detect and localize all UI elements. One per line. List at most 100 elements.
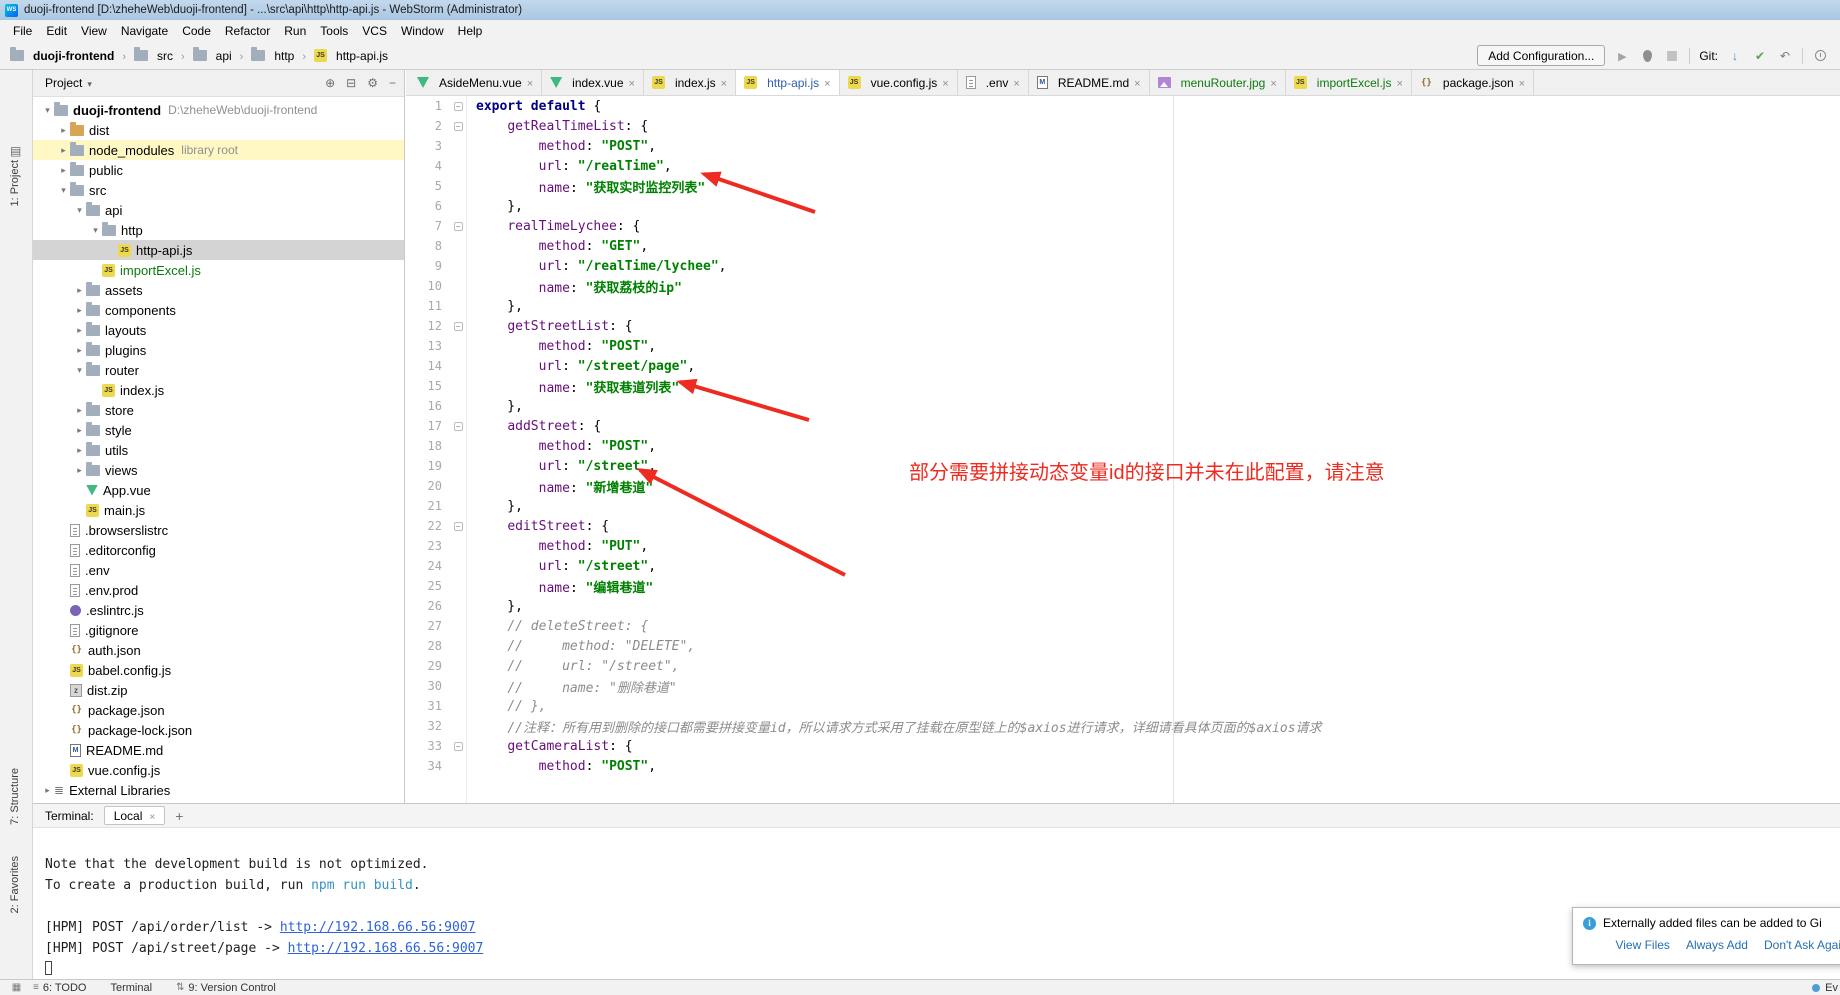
line-number[interactable]: 14 (406, 359, 450, 373)
menu-vcs[interactable]: VCS (355, 22, 394, 40)
tree-item-babel.config.js[interactable]: babel.config.js (33, 660, 404, 680)
fold-marker-icon[interactable] (454, 122, 463, 131)
tree-item-package.json[interactable]: package.json (33, 700, 404, 720)
tree-item-README.md[interactable]: README.md (33, 740, 404, 760)
line-number[interactable]: 2 (406, 119, 450, 133)
run-icon[interactable] (1614, 48, 1630, 64)
chevron-closed-icon[interactable] (73, 285, 86, 296)
line-number[interactable]: 18 (406, 439, 450, 453)
tree-item-components[interactable]: components (33, 300, 404, 320)
chevron-closed-icon[interactable] (73, 405, 86, 416)
chevron-closed-icon[interactable] (73, 325, 86, 336)
line-number[interactable]: 3 (406, 139, 450, 153)
chevron-closed-icon[interactable] (57, 165, 70, 176)
tree-item-App.vue[interactable]: App.vue (33, 480, 404, 500)
chevron-open-icon[interactable] (57, 185, 70, 196)
line-number[interactable]: 8 (406, 239, 450, 253)
tab-index.js[interactable]: index.js (644, 70, 736, 95)
hide-panel-icon[interactable]: − (389, 76, 396, 90)
tree-item-assets[interactable]: assets (33, 280, 404, 300)
line-number[interactable]: 11 (406, 299, 450, 313)
terminal-output[interactable]: Note that the development build is not o… (33, 828, 1840, 980)
notification-action-0[interactable]: View Files (1615, 938, 1669, 952)
tree-item-plugins[interactable]: plugins (33, 340, 404, 360)
chevron-open-icon[interactable] (41, 105, 54, 116)
menu-file[interactable]: File (6, 22, 39, 40)
chevron-closed-icon[interactable] (73, 445, 86, 456)
menu-code[interactable]: Code (175, 22, 218, 40)
line-number[interactable]: 4 (406, 159, 450, 173)
tree-item-main.js[interactable]: main.js (33, 500, 404, 520)
breadcrumb-item-api[interactable]: api (191, 48, 234, 64)
breadcrumb-item-http[interactable]: http (249, 48, 296, 64)
line-number[interactable]: 13 (406, 339, 450, 353)
tree-item-duoji-frontend[interactable]: duoji-frontendD:\zheheWeb\duoji-frontend (33, 100, 404, 120)
line-number[interactable]: 12 (406, 319, 450, 333)
tree-item-auth.json[interactable]: auth.json (33, 640, 404, 660)
chevron-open-icon[interactable] (73, 365, 86, 376)
tab-README.md[interactable]: README.md (1029, 70, 1150, 95)
tree-item-.browserslistrc[interactable]: .browserslistrc (33, 520, 404, 540)
tab-package.json[interactable]: package.json (1412, 70, 1534, 95)
new-terminal-icon[interactable] (175, 808, 183, 824)
chevron-closed-icon[interactable] (41, 785, 54, 796)
tab-vue.config.js[interactable]: vue.config.js (840, 70, 958, 95)
line-number[interactable]: 34 (406, 759, 450, 773)
menu-tools[interactable]: Tools (313, 22, 355, 40)
line-number[interactable]: 33 (406, 739, 450, 753)
statusbar-terminal[interactable]: Terminal (110, 982, 152, 994)
commit-icon[interactable] (1752, 48, 1768, 64)
chevron-closed-icon[interactable] (57, 125, 70, 136)
chevron-closed-icon[interactable] (73, 345, 86, 356)
fold-marker-icon[interactable] (454, 742, 463, 751)
tree-item-api[interactable]: api (33, 200, 404, 220)
close-tab-icon[interactable] (824, 76, 830, 90)
stop-icon[interactable] (1664, 48, 1680, 64)
line-number[interactable]: 32 (406, 719, 450, 733)
line-number[interactable]: 16 (406, 399, 450, 413)
breadcrumb-item-http-api.js[interactable]: http-api.js (312, 48, 390, 64)
tree-item-views[interactable]: views (33, 460, 404, 480)
breadcrumb-item-duoji-frontend[interactable]: duoji-frontend (8, 48, 116, 64)
close-tab-icon[interactable] (1270, 76, 1276, 90)
tree-item-public[interactable]: public (33, 160, 404, 180)
close-tab-icon[interactable] (942, 76, 948, 90)
line-number[interactable]: 28 (406, 639, 450, 653)
statusbar-vcs[interactable]: 9: Version Control (176, 982, 276, 994)
tree-item-importExcel.js[interactable]: importExcel.js (33, 260, 404, 280)
breadcrumb-item-src[interactable]: src (132, 48, 175, 64)
tree-item-dist[interactable]: dist (33, 120, 404, 140)
line-number[interactable]: 1 (406, 99, 450, 113)
menu-edit[interactable]: Edit (39, 22, 74, 40)
line-number[interactable]: 9 (406, 259, 450, 273)
menu-help[interactable]: Help (451, 22, 490, 40)
update-project-icon[interactable] (1727, 48, 1743, 64)
close-tab-icon[interactable] (1519, 76, 1525, 90)
fold-marker-icon[interactable] (454, 102, 463, 111)
line-number[interactable]: 21 (406, 499, 450, 513)
tree-item-node_modules[interactable]: node_moduleslibrary root (33, 140, 404, 160)
line-number[interactable]: 17 (406, 419, 450, 433)
line-number[interactable]: 5 (406, 179, 450, 193)
tab-.env[interactable]: .env (958, 70, 1029, 95)
line-number[interactable]: 19 (406, 459, 450, 473)
stripe-structure-button[interactable]: 7: Structure (9, 768, 21, 825)
close-tab-icon[interactable] (721, 76, 727, 90)
tree-item-dist.zip[interactable]: dist.zip (33, 680, 404, 700)
line-number[interactable]: 25 (406, 579, 450, 593)
line-number[interactable]: 27 (406, 619, 450, 633)
tab-importExcel.js[interactable]: importExcel.js (1286, 70, 1412, 95)
tool-windows-toggle-icon[interactable]: ▦ (0, 982, 33, 993)
fold-marker-icon[interactable] (454, 522, 463, 531)
menu-window[interactable]: Window (394, 22, 451, 40)
stripe-project-button[interactable]: 1: Project (9, 160, 21, 206)
tree-item-package-lock.json[interactable]: package-lock.json (33, 720, 404, 740)
tab-menuRouter.jpg[interactable]: menuRouter.jpg (1150, 70, 1286, 95)
menu-view[interactable]: View (74, 22, 114, 40)
tab-index.vue[interactable]: index.vue (542, 70, 644, 95)
line-number[interactable]: 26 (406, 599, 450, 613)
tree-item-index.js[interactable]: index.js (33, 380, 404, 400)
close-tab-icon[interactable] (527, 76, 533, 90)
close-tab-icon[interactable] (1134, 76, 1140, 90)
collapse-all-icon[interactable]: ⊟ (346, 76, 356, 90)
